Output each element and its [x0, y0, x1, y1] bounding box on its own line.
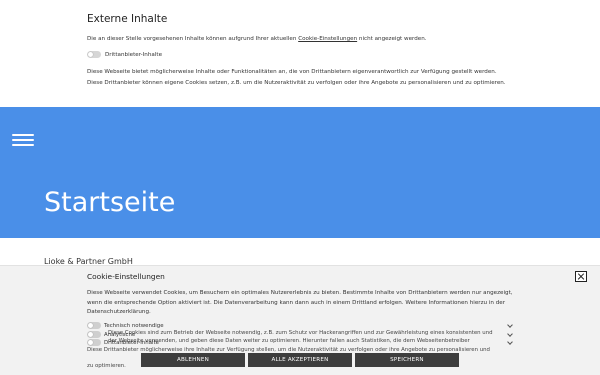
cookie-option-detail: zu optimieren. — [87, 363, 126, 369]
page-title: Startseite — [44, 187, 176, 218]
reject-button[interactable]: ABLEHNEN — [141, 353, 245, 367]
external-content-title: Externe Inhalte — [87, 13, 168, 25]
third-party-toggle-row: Drittanbieter-Inhalte — [87, 51, 162, 58]
chevron-down-icon[interactable] — [507, 340, 513, 346]
hamburger-menu-icon[interactable] — [12, 134, 34, 147]
external-content-message-text: Die an dieser Stelle vorgesehenen Inhalt… — [87, 36, 299, 42]
cookie-option-detail: der Webseite verwenden, und geben diese … — [108, 338, 470, 344]
cookie-option-label: Technisch notwendige — [104, 322, 164, 329]
cookie-option-label: Analytische — [104, 331, 136, 338]
cookie-banner-title: Cookie-Einstellungen — [87, 272, 165, 281]
necessary-cookies-toggle[interactable] — [87, 322, 101, 329]
cookie-option-third-party: Drittanbieter-Inhalte — [87, 339, 159, 346]
cookie-option-analytics: Analytische — [87, 331, 135, 338]
accept-all-button[interactable]: ALLE AKZEPTIEREN — [248, 353, 352, 367]
save-button[interactable]: SPEICHERN — [355, 353, 459, 367]
external-content-message-tail: nicht angezeigt werden. — [357, 36, 427, 42]
close-icon[interactable] — [575, 271, 587, 282]
chevron-down-icon[interactable] — [507, 323, 513, 329]
external-content-description: Diese Webseite bietet möglicherweise Inh… — [87, 69, 506, 86]
cookie-banner: Cookie-Einstellungen Diese Webseite verw… — [0, 265, 600, 375]
external-content-notice: Externe Inhalte Die an dieser Stelle vor… — [0, 0, 600, 107]
third-party-content-toggle[interactable] — [87, 51, 101, 58]
cookie-option-label: Drittanbieter-Inhalte — [104, 339, 159, 346]
hero-banner: Startseite — [0, 107, 600, 238]
chevron-down-icon[interactable] — [507, 332, 513, 338]
cookie-option-necessary: Technisch notwendige — [87, 322, 164, 329]
external-content-message: Die an dieser Stelle vorgesehenen Inhalt… — [87, 36, 427, 42]
cookie-settings-link[interactable]: Cookie-Einstellungen — [298, 36, 357, 42]
analytics-cookies-toggle[interactable] — [87, 331, 101, 338]
third-party-toggle-label: Drittanbieter-Inhalte — [105, 51, 163, 58]
cookie-banner-description: Diese Webseite verwendet Cookies, um Bes… — [87, 290, 513, 315]
cookie-option-detail: Diese Cookies sind zum Betrieb der Webse… — [108, 330, 493, 336]
third-party-cookies-toggle[interactable] — [87, 339, 101, 346]
